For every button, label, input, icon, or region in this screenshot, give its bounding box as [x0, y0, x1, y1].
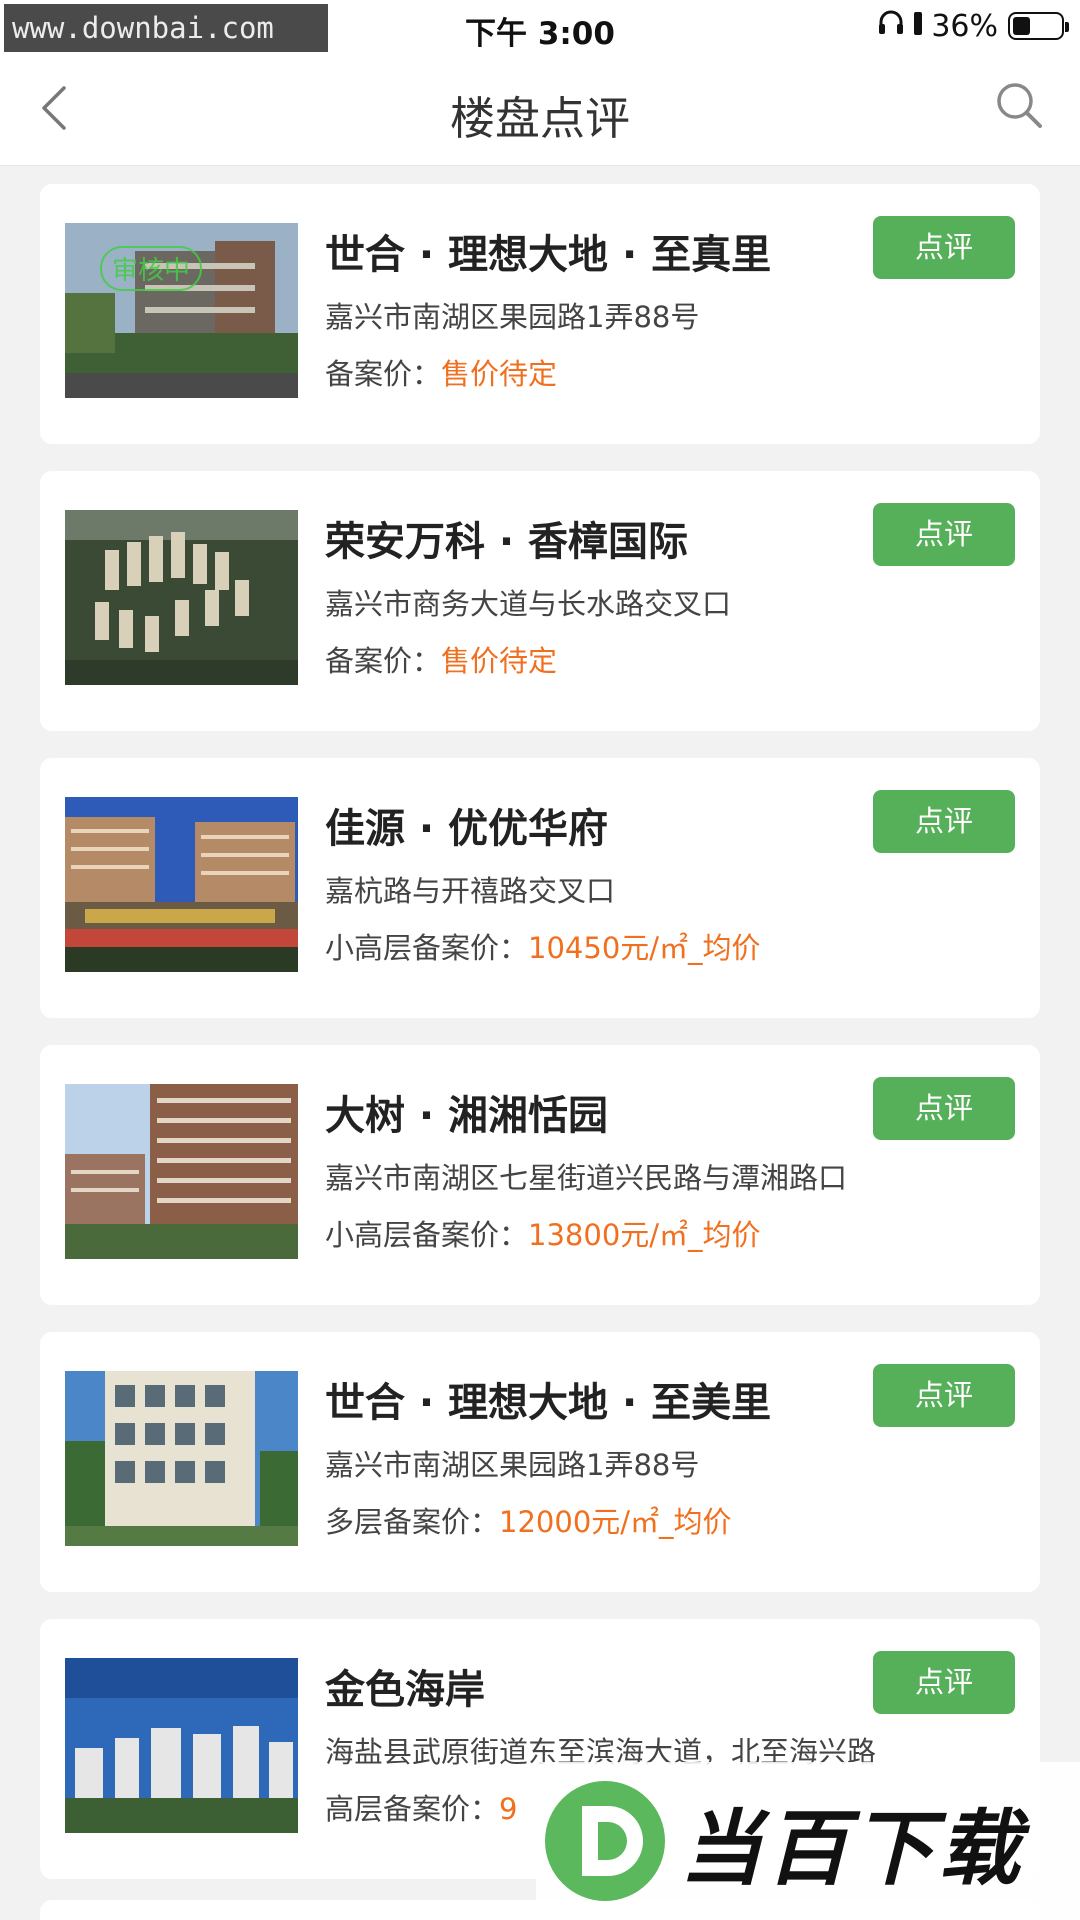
review-button[interactable]: 点评: [873, 790, 1015, 853]
battery-small-icon: [913, 9, 923, 44]
search-button[interactable]: [990, 76, 1050, 136]
price-value: 13800元/㎡_均价: [528, 1218, 761, 1252]
listing-address: 嘉兴市商务大道与长水路交叉口: [325, 587, 732, 621]
listing-image: [65, 1084, 298, 1259]
price-value: 9: [499, 1792, 518, 1826]
price-label: 备案价：: [325, 644, 442, 678]
d-logo-icon: [545, 1781, 665, 1901]
listing-address: 嘉兴市南湖区果园路1弄88号: [325, 300, 700, 334]
price-label: 高层备案价：: [325, 1792, 500, 1826]
listing-price: 小高层备案价：10450元/㎡_均价: [325, 925, 761, 967]
listing-price: 多层备案价：12000元/㎡_均价: [325, 1499, 732, 1541]
price-label: 小高层备案价：: [325, 1218, 529, 1252]
status-indicators: 36%: [877, 8, 1069, 44]
listing-list: 审核中 世合 · 理想大地 · 至真里 嘉兴市南湖区果园路1弄88号 备案价：售…: [40, 184, 1040, 1906]
battery-percent: 36%: [931, 8, 998, 44]
watermark-text: 当百下载: [680, 1801, 1024, 1897]
listing-price: 备案价：售价待定: [325, 638, 557, 680]
listing-card[interactable]: 荣安万科 · 香樟国际 嘉兴市商务大道与长水路交叉口 备案价：售价待定 点评: [40, 471, 1040, 731]
listing-title[interactable]: 荣安万科 · 香樟国际: [325, 509, 688, 567]
listing-title[interactable]: 金色海岸: [325, 1657, 485, 1715]
listing-title[interactable]: 大树 · 湘湘恬园: [325, 1083, 608, 1141]
listing-card[interactable]: 佳源 · 优优华府 嘉杭路与开禧路交叉口 小高层备案价：10450元/㎡_均价 …: [40, 758, 1040, 1018]
page-title: 楼盘点评: [449, 92, 630, 145]
listing-address: 嘉兴市南湖区七星街道兴民路与潭湘路口: [325, 1161, 848, 1195]
listing-price: 备案价：售价待定: [325, 351, 557, 393]
review-button[interactable]: 点评: [873, 503, 1015, 566]
listing-price: 高层备案价：9: [325, 1786, 517, 1828]
search-icon: [997, 83, 1042, 128]
listing-card[interactable]: 大树 · 湘湘恬园 嘉兴市南湖区七星街道兴民路与潭湘路口 小高层备案价：1380…: [40, 1045, 1040, 1305]
status-bar: www.downbai.com 下午 3:00 36%: [0, 0, 1080, 52]
review-button[interactable]: 点评: [873, 1651, 1015, 1714]
battery-icon: [1008, 12, 1069, 40]
price-label: 备案价：: [325, 357, 442, 391]
price-value: 12000元/㎡_均价: [499, 1505, 732, 1539]
review-status-stamp: 审核中: [100, 246, 203, 291]
nav-bar: 楼盘点评: [0, 52, 1080, 166]
listing-image: [65, 1371, 298, 1546]
price-label: 多层备案价：: [325, 1505, 500, 1539]
price-value: 售价待定: [441, 644, 558, 678]
review-button[interactable]: 点评: [873, 1364, 1015, 1427]
listing-address: 嘉杭路与开禧路交叉口: [325, 874, 616, 908]
review-button[interactable]: 点评: [873, 216, 1015, 279]
listing-price: 小高层备案价：13800元/㎡_均价: [325, 1212, 761, 1254]
listing-image: [65, 510, 298, 685]
headphones-icon: [877, 8, 905, 44]
listing-title[interactable]: 世合 · 理想大地 · 至真里: [325, 222, 771, 280]
listing-image: [65, 797, 298, 972]
listing-title[interactable]: 佳源 · 优优华府: [325, 796, 608, 854]
review-button[interactable]: 点评: [873, 1077, 1015, 1140]
price-label: 小高层备案价：: [325, 931, 529, 965]
price-value: 10450元/㎡_均价: [528, 931, 761, 965]
price-value: 售价待定: [441, 357, 558, 391]
listing-title[interactable]: 世合 · 理想大地 · 至美里: [325, 1370, 771, 1428]
listing-address: 嘉兴市南湖区果园路1弄88号: [325, 1448, 700, 1482]
watermark-logo: 当百下载: [536, 1762, 1080, 1920]
listing-image: [65, 1658, 298, 1833]
listing-card[interactable]: 审核中 世合 · 理想大地 · 至真里 嘉兴市南湖区果园路1弄88号 备案价：售…: [40, 184, 1040, 444]
listing-card[interactable]: 世合 · 理想大地 · 至美里 嘉兴市南湖区果园路1弄88号 多层备案价：120…: [40, 1332, 1040, 1592]
